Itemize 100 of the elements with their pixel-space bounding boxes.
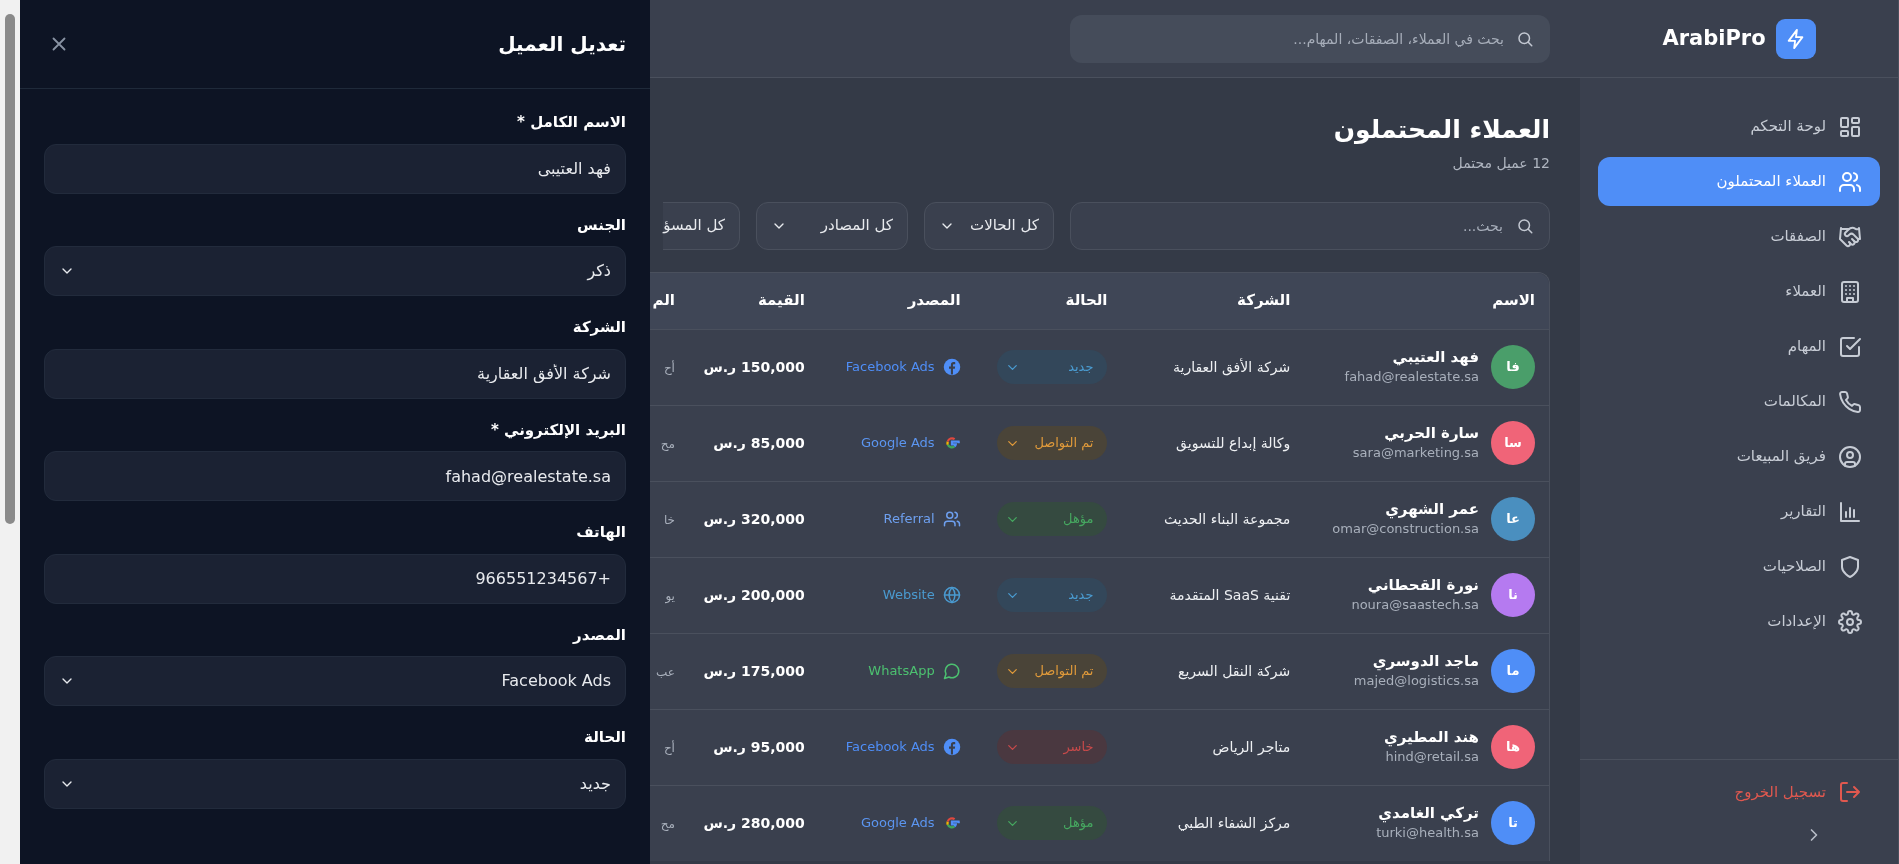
sidebar-item[interactable]: الإعدادات bbox=[1598, 597, 1880, 646]
checkbox-icon bbox=[1838, 334, 1862, 359]
field-label: الهاتف bbox=[576, 522, 626, 543]
scrollbar[interactable] bbox=[5, 14, 15, 524]
input-field[interactable]: شركة الأفق العقارية bbox=[44, 348, 626, 399]
lead-email: omar@construction.sa bbox=[1332, 520, 1479, 538]
sidebar-item[interactable]: التقارير bbox=[1598, 487, 1880, 536]
table-cell: خا bbox=[663, 512, 675, 527]
lead-email: noura@saastech.sa bbox=[1351, 596, 1479, 614]
sidebar-item[interactable]: لوحة التحكم bbox=[1598, 102, 1880, 151]
filter-select[interactable]: كل المسؤ bbox=[663, 201, 740, 250]
lead-email: sara@marketing.sa bbox=[1352, 444, 1479, 462]
company-name: شركة الأفق العقارية bbox=[1173, 358, 1291, 375]
field-label: البريد الإلكتروني * bbox=[490, 419, 626, 441]
source-label: Website bbox=[882, 586, 935, 605]
facebook-icon bbox=[942, 358, 961, 376]
avatar: عا bbox=[1491, 497, 1535, 541]
building-icon bbox=[1838, 279, 1862, 304]
search-icon bbox=[1516, 29, 1534, 48]
table-cell: عب bbox=[656, 664, 675, 679]
logo-icon bbox=[1775, 18, 1816, 59]
lead-email: majed@logistics.sa bbox=[1353, 672, 1479, 690]
logo-text: ArabiPro bbox=[1662, 24, 1766, 52]
page-subtitle: 12 عميل محتمل bbox=[1451, 153, 1550, 173]
company-name: متاجر الرياض bbox=[1212, 738, 1291, 755]
field-label: الشركة bbox=[572, 317, 626, 338]
source-label: WhatsApp bbox=[868, 662, 935, 681]
lead-value: 150,000 ر.س bbox=[703, 358, 805, 375]
chat-bubble-icon bbox=[942, 662, 961, 680]
column-header: القيمة bbox=[756, 290, 806, 312]
lead-name: عمر الشهري bbox=[1384, 499, 1479, 519]
input-field[interactable]: فهد العتيبى bbox=[44, 143, 626, 194]
handshake-icon bbox=[1838, 224, 1862, 249]
column-header: الحالة bbox=[1064, 290, 1109, 312]
input-field[interactable]: +966551234567 bbox=[44, 553, 626, 604]
avatar: فا bbox=[1491, 345, 1535, 389]
company-name: تقنية SaaS المتقدمة bbox=[1169, 586, 1291, 603]
sidebar-item[interactable]: المهام bbox=[1598, 322, 1880, 371]
avatar: نا bbox=[1491, 573, 1535, 617]
avatar: ها bbox=[1491, 725, 1535, 769]
lead-value: 280,000 ر.س bbox=[703, 814, 805, 831]
lead-name: ماجد الدوسري bbox=[1371, 651, 1479, 671]
table-cell: أح bbox=[663, 360, 675, 375]
users-icon bbox=[1838, 169, 1862, 194]
select-field[interactable]: Facebook Ads bbox=[44, 656, 626, 706]
source-label: Facebook Ads bbox=[845, 738, 935, 757]
globe-icon bbox=[942, 586, 961, 604]
company-name: مجموعة البناء الحديث bbox=[1164, 510, 1291, 527]
lead-email: hind@retail.sa bbox=[1384, 748, 1479, 766]
lead-name: نورة القحطاني bbox=[1366, 575, 1479, 595]
drawer-title: تعديل العميل bbox=[498, 31, 626, 58]
column-header: المصدر bbox=[906, 290, 962, 312]
search-field[interactable]: بحث في العملاء، الصفقات، المهام... bbox=[1070, 14, 1550, 63]
sidebar-item[interactable]: المكالمات bbox=[1598, 377, 1880, 426]
user-circle-icon bbox=[1838, 444, 1862, 469]
source-label: Google Ads bbox=[860, 434, 935, 453]
lead-name: تركي الغامدي bbox=[1377, 803, 1479, 823]
page-title: العملاء المحتملون bbox=[1332, 114, 1550, 146]
column-header: الم bbox=[651, 290, 675, 312]
column-header: الشركة bbox=[1236, 290, 1292, 312]
lead-email: fahad@realestate.sa bbox=[1344, 368, 1479, 386]
field-label: الحالة bbox=[584, 727, 626, 748]
column-header: الاسم bbox=[1491, 290, 1536, 312]
sidebar-item[interactable]: العملاء bbox=[1598, 267, 1880, 316]
filter-select[interactable]: كل الحالات bbox=[924, 201, 1054, 250]
lead-value: 95,000 ر.س bbox=[713, 738, 805, 755]
table-cell: مح bbox=[660, 436, 675, 451]
lead-name: هند المطيري bbox=[1383, 727, 1479, 747]
grid-icon bbox=[1838, 114, 1862, 139]
company-name: مركز الشفاء الطبي bbox=[1177, 814, 1291, 831]
input-field[interactable]: fahad@realestate.sa bbox=[44, 451, 626, 501]
field-label: الاسم الكامل * bbox=[517, 112, 626, 133]
lead-name: سارة الحربي bbox=[1383, 423, 1479, 443]
source-label: Referral bbox=[883, 510, 935, 529]
status-select[interactable]: تم التواصل bbox=[997, 654, 1108, 688]
select-field[interactable]: جديد bbox=[44, 758, 626, 809]
source-label: Google Ads bbox=[860, 814, 935, 833]
field-label: المصدر bbox=[573, 624, 626, 646]
logout-icon bbox=[1838, 780, 1862, 804]
company-name: شركة النقل السريع bbox=[1177, 662, 1291, 679]
search-icon bbox=[1516, 216, 1534, 235]
select-field[interactable]: ذكر bbox=[44, 246, 626, 296]
sidebar-item[interactable]: الصلاحيات bbox=[1598, 542, 1880, 591]
filter-select[interactable]: كل المصادر bbox=[756, 201, 908, 250]
users-icon bbox=[942, 510, 961, 528]
lead-value: 175,000 ر.س bbox=[703, 662, 805, 679]
avatar: تا bbox=[1491, 801, 1535, 845]
company-name: وكالة إبداع للتسويق bbox=[1176, 434, 1291, 451]
status-select[interactable]: تم التواصل bbox=[997, 426, 1108, 460]
search-field[interactable]: بحث... bbox=[1070, 201, 1550, 250]
phone-icon bbox=[1838, 389, 1862, 414]
sidebar-item[interactable]: الصفقات bbox=[1598, 212, 1880, 261]
table-cell: يو bbox=[665, 588, 675, 603]
settings-icon bbox=[1838, 609, 1862, 634]
table-cell: مح bbox=[660, 816, 675, 831]
sidebar-item[interactable]: فريق المبيعات bbox=[1598, 432, 1880, 481]
source-label: Facebook Ads bbox=[845, 358, 935, 377]
avatar: ما bbox=[1491, 649, 1535, 693]
facebook-icon bbox=[942, 738, 961, 756]
avatar: سا bbox=[1491, 421, 1535, 465]
